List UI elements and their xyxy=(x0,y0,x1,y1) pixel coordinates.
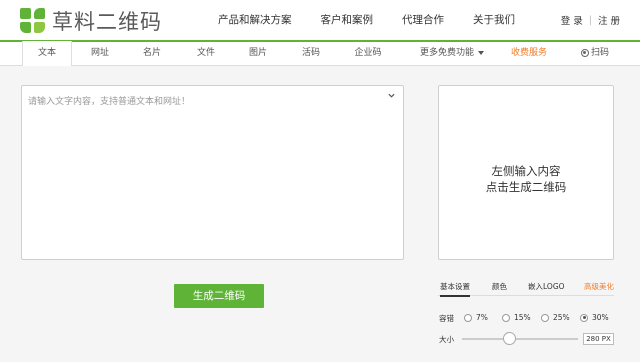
fault-tolerance-30[interactable]: 30% xyxy=(580,313,609,322)
nav-agents[interactable]: 代理合作 xyxy=(402,12,444,27)
tab-image[interactable]: 图片 xyxy=(238,42,278,65)
radio-label: 7% xyxy=(476,313,488,322)
site-header: 草料二维码 产品和解决方案 客户和案例 代理合作 关于我们 登 录 | 注 册 xyxy=(0,0,640,40)
size-value: 280 PX xyxy=(583,333,614,345)
register-link[interactable]: 注 册 xyxy=(598,13,620,27)
tab-label: 网址 xyxy=(90,48,109,58)
top-nav: 产品和解决方案 客户和案例 代理合作 关于我们 xyxy=(218,12,544,27)
preview-hint-line2: 点击生成二维码 xyxy=(485,180,567,194)
fault-tolerance-15[interactable]: 15% xyxy=(502,313,531,322)
caret-down-icon xyxy=(478,50,484,55)
qr-preview: 左侧输入内容 点击生成二维码 xyxy=(438,85,614,260)
tab-label: 扫码 xyxy=(590,48,609,58)
fault-tolerance-label: 容错 xyxy=(439,314,454,323)
nav-about[interactable]: 关于我们 xyxy=(473,12,515,27)
fault-tolerance-25[interactable]: 25% xyxy=(541,313,570,322)
nav-customers[interactable]: 客户和案例 xyxy=(321,12,374,27)
scan-icon xyxy=(580,48,589,57)
chevron-down-icon[interactable] xyxy=(388,92,395,99)
login-link[interactable]: 登 录 xyxy=(561,13,583,27)
settings-tab-advanced[interactable]: 高级美化 xyxy=(584,281,614,292)
settings-tab-color[interactable]: 颜色 xyxy=(492,281,507,292)
radio-label: 30% xyxy=(592,313,609,322)
radio-icon xyxy=(464,313,472,322)
settings-tab-basic[interactable]: 基本设置 xyxy=(440,281,470,297)
tab-vcard[interactable]: 名片 xyxy=(132,42,172,65)
tab-label: 企业码 xyxy=(354,48,382,58)
size-slider-track[interactable] xyxy=(462,338,578,340)
tab-paid-services[interactable]: 收费服务 xyxy=(505,42,553,65)
text-input-placeholder: 请输入文字内容，支持普通文本和网址！ xyxy=(28,97,191,107)
size-slider-handle[interactable] xyxy=(503,332,516,345)
radio-icon xyxy=(541,313,549,322)
brand-name: 草料二维码 xyxy=(52,10,162,34)
tab-text[interactable]: 文本 xyxy=(22,41,72,66)
tab-label: 活码 xyxy=(301,48,320,58)
tab-label: 图片 xyxy=(248,48,267,58)
tab-label: 名片 xyxy=(142,48,161,58)
tab-file[interactable]: 文件 xyxy=(186,42,226,65)
auth-separator: | xyxy=(588,14,592,26)
tab-label: 收费服务 xyxy=(510,48,547,58)
fault-tolerance-7[interactable]: 7% xyxy=(464,313,488,322)
tab-url[interactable]: 网址 xyxy=(80,42,120,65)
radio-selected-icon xyxy=(580,313,588,322)
nav-products[interactable]: 产品和解决方案 xyxy=(218,12,292,27)
logo[interactable]: 草料二维码 xyxy=(20,6,162,36)
tab-scan[interactable]: 扫码 xyxy=(576,42,614,65)
text-input[interactable]: 请输入文字内容，支持普通文本和网址！ xyxy=(21,85,404,260)
tab-label: 文件 xyxy=(196,48,215,58)
generate-qr-button[interactable]: 生成二维码 xyxy=(174,284,264,308)
tab-enterprise[interactable]: 企业码 xyxy=(345,42,391,65)
settings-tabs: 基本设置 颜色 嵌入LOGO 高级美化 xyxy=(438,278,614,297)
radio-icon xyxy=(502,313,510,322)
auth-links: 登 录 | 注 册 xyxy=(561,13,620,28)
preview-hint-line1: 左侧输入内容 xyxy=(491,164,561,178)
tab-label: 更多免费功能 xyxy=(419,48,474,58)
tab-live-code[interactable]: 活码 xyxy=(291,42,331,65)
radio-label: 15% xyxy=(514,313,531,322)
size-label: 大小 xyxy=(439,335,454,344)
radio-label: 25% xyxy=(553,313,570,322)
tab-label: 文本 xyxy=(37,48,56,58)
tab-more-free[interactable]: 更多免费功能 xyxy=(414,42,490,65)
type-tabbar: 文本 网址 名片 文件 图片 活码 企业码 更多免费功能 收费服务 扫码 xyxy=(0,40,640,66)
settings-tab-logo[interactable]: 嵌入LOGO xyxy=(528,281,565,292)
logo-icon xyxy=(20,8,46,34)
